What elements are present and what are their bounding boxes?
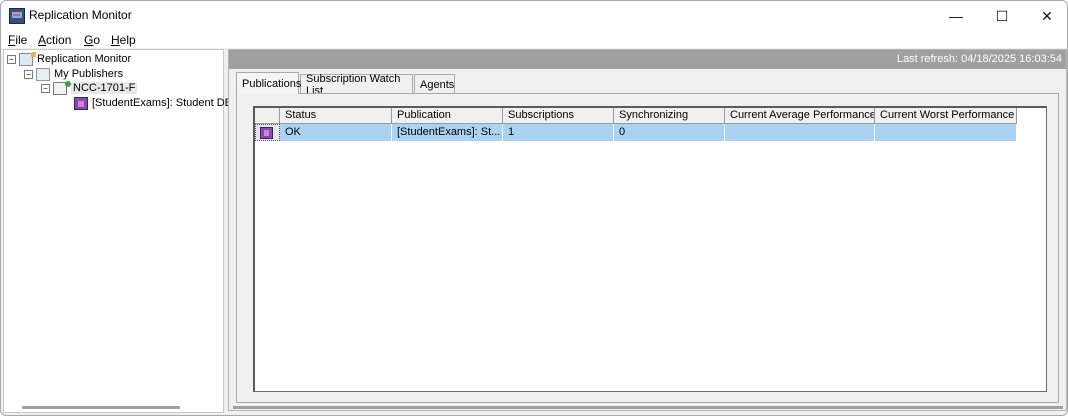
table-row[interactable]: OK [StudentExams]: St... 1 0 <box>255 124 1017 141</box>
minimize-button[interactable]: — <box>933 1 979 31</box>
details-pane: Last refresh: 04/18/2025 16:03:54 Public… <box>228 49 1067 411</box>
menu-go[interactable]: Go <box>84 33 100 47</box>
column-header-status[interactable]: Status <box>280 108 392 124</box>
menu-file[interactable]: File <box>8 33 27 47</box>
tree-node-publication[interactable]: [StudentExams]: Student DB <box>74 96 232 110</box>
window-title: Replication Monitor <box>29 8 132 22</box>
column-header-synchronizing[interactable]: Synchronizing <box>614 108 725 124</box>
column-header-avg-performance[interactable]: Current Average Performance <box>725 108 875 124</box>
column-header-subscriptions[interactable]: Subscriptions <box>503 108 614 124</box>
publications-grid: Status Publication Subscriptions Synchro… <box>253 106 1047 392</box>
column-header-icon[interactable] <box>255 108 280 124</box>
column-header-worst-performance[interactable]: Current Worst Performance <box>875 108 1017 124</box>
collapse-icon[interactable]: − <box>7 54 16 64</box>
tree-node-label: Replication Monitor <box>37 53 132 65</box>
cell-worst-performance[interactable] <box>875 124 1017 141</box>
cell-publication[interactable]: [StudentExams]: St... <box>392 124 503 141</box>
horizontal-scrollbar[interactable] <box>233 406 1063 409</box>
status-strip: Last refresh: 04/18/2025 16:03:54 <box>229 50 1066 69</box>
publications-panel: Status Publication Subscriptions Synchro… <box>236 93 1059 403</box>
navigation-tree: − Replication Monitor − My Publishers − … <box>3 49 232 413</box>
tree-node-my-publishers[interactable]: − My Publishers <box>24 67 123 81</box>
publishers-icon <box>36 67 50 81</box>
tree-node-server[interactable]: − NCC-1701-F <box>41 80 138 95</box>
collapse-icon[interactable]: − <box>41 83 50 93</box>
app-window: Replication Monitor — ☐ ✕ File Action Go… <box>0 0 1068 416</box>
tab-publications[interactable]: Publications <box>236 72 301 94</box>
collapse-icon[interactable]: − <box>24 69 33 79</box>
cell-status[interactable]: OK <box>280 124 392 141</box>
replication-monitor-app-icon <box>9 8 25 24</box>
menu-action[interactable]: Action <box>38 33 71 47</box>
publication-icon <box>74 96 88 110</box>
menu-bar: File Action Go Help <box>1 31 1067 48</box>
cell-subscriptions[interactable]: 1 <box>503 124 614 141</box>
replication-monitor-icon <box>19 51 36 66</box>
horizontal-scrollbar[interactable] <box>22 406 180 409</box>
tree-node-label: NCC-1701-F <box>71 82 138 94</box>
tree-node-replication-monitor[interactable]: − Replication Monitor <box>7 51 132 66</box>
tree-node-label: [StudentExams]: Student DB <box>92 97 233 109</box>
server-icon <box>53 80 71 95</box>
tab-agents[interactable]: Agents <box>414 74 455 94</box>
title-bar: Replication Monitor — ☐ ✕ <box>1 1 1067 31</box>
close-button[interactable]: ✕ <box>1024 1 1067 31</box>
row-icon-cell[interactable] <box>255 124 280 141</box>
last-refresh-text: Last refresh: 04/18/2025 16:03:54 <box>896 53 1062 65</box>
maximize-button[interactable]: ☐ <box>979 1 1025 31</box>
tree-node-label: My Publishers <box>54 68 124 80</box>
cell-avg-performance[interactable] <box>725 124 875 141</box>
tab-subscription-watch-list[interactable]: Subscription Watch List <box>300 73 413 97</box>
menu-help[interactable]: Help <box>111 33 136 47</box>
column-header-publication[interactable]: Publication <box>392 108 503 124</box>
publication-icon <box>260 127 273 139</box>
cell-synchronizing[interactable]: 0 <box>614 124 725 141</box>
